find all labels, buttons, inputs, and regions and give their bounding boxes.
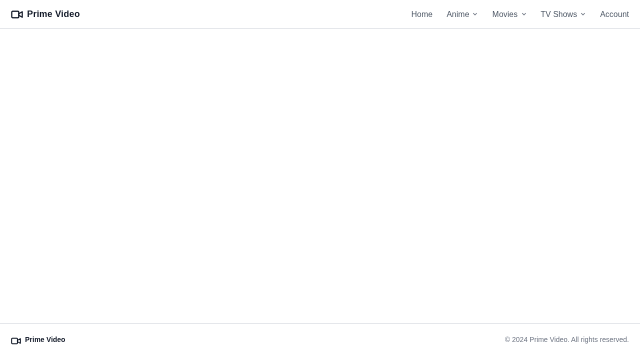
footer-brand[interactable]: Prime Video — [11, 337, 65, 345]
page-footer: Prime Video © 2024 Prime Video. All righ… — [0, 323, 640, 357]
nav-item-label: Home — [411, 9, 433, 19]
main-content — [0, 29, 640, 323]
page: Prime Video Home Anime Movies TV Shows A… — [0, 0, 640, 357]
nav-item-label: TV Shows — [540, 9, 578, 19]
nav-item-movies[interactable]: Movies — [492, 10, 526, 19]
brand-logo-link[interactable]: Prime Video — [11, 9, 80, 19]
video-camera-icon — [11, 337, 21, 344]
nav-item-tv-shows[interactable]: TV Shows — [541, 10, 586, 19]
nav-item-anime[interactable]: Anime — [447, 10, 479, 19]
nav-item-label: Anime — [446, 9, 470, 19]
nav-item-label: Movies — [492, 9, 518, 19]
chevron-down-icon — [473, 12, 478, 16]
nav-item-home[interactable]: Home — [411, 10, 432, 19]
chevron-down-icon — [521, 12, 526, 16]
top-header: Prime Video Home Anime Movies TV Shows A… — [0, 0, 640, 29]
nav-item-account[interactable]: Account — [600, 10, 629, 19]
main-nav: Home Anime Movies TV Shows Account — [411, 10, 629, 19]
nav-item-label: Account — [600, 9, 629, 19]
copyright-text: © 2024 Prime Video. All rights reserved. — [504, 337, 629, 344]
footer-brand-label: Prime Video — [25, 337, 66, 344]
video-camera-icon — [11, 10, 23, 18]
chevron-down-icon — [581, 12, 586, 16]
brand-label: Prime Video — [27, 9, 80, 19]
